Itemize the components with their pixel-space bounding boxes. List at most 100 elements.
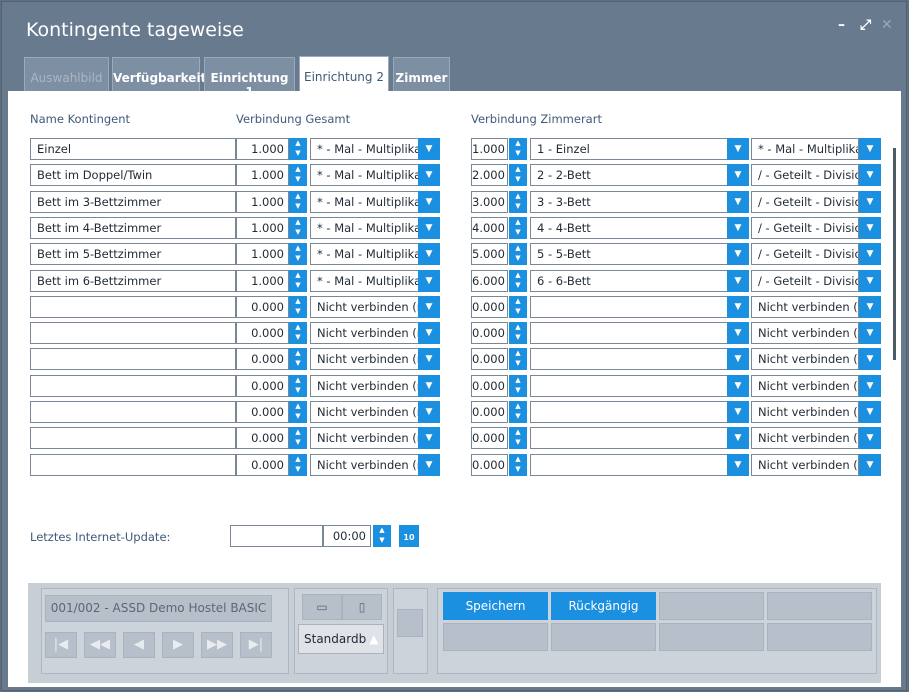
gesamt-stepper[interactable]: ▲ ▼ <box>289 296 307 318</box>
gesamt-operator-select[interactable]: Nicht verbinden (n <box>310 348 420 370</box>
chevron-down-icon[interactable]: ▼ <box>418 454 440 476</box>
spin-up-icon[interactable]: ▲ <box>289 454 307 464</box>
zimmerart-operator-select[interactable]: / - Geteilt - Division <box>751 270 859 292</box>
tab-verfuegbarkeit[interactable]: Verfügbarkeit <box>112 57 206 92</box>
zimmerart-stepper[interactable]: ▲ ▼ <box>509 401 527 423</box>
zimmerart-room-select[interactable]: 4 - 4-Bett <box>530 217 730 239</box>
zimmerart-room-select[interactable] <box>530 322 730 344</box>
chevron-down-icon[interactable]: ▼ <box>859 138 881 160</box>
chevron-down-icon[interactable]: ▼ <box>727 401 749 423</box>
spin-down-icon[interactable]: ▼ <box>289 385 307 395</box>
spin-up-icon[interactable]: ▲ <box>509 270 527 280</box>
gesamt-value-input[interactable]: 1.000 <box>236 191 289 213</box>
gesamt-operator-select[interactable]: * - Mal - Multiplikation <box>310 243 420 265</box>
kontingent-name-input[interactable] <box>30 401 236 423</box>
kontingent-name-input[interactable] <box>30 322 236 344</box>
zimmerart-value-input[interactable]: 6.000 <box>471 270 508 292</box>
zimmerart-value-input[interactable]: 0.000 <box>471 322 508 344</box>
chevron-down-icon[interactable]: ▼ <box>418 296 440 318</box>
zimmerart-operator-select[interactable]: Nicht verbinden (n <box>751 322 859 344</box>
chevron-down-icon[interactable]: ▼ <box>727 296 749 318</box>
next-icon[interactable]: ▶ <box>162 632 194 658</box>
spin-up-icon[interactable]: ▲ <box>509 454 527 464</box>
spin-down-icon[interactable]: ▼ <box>509 201 527 211</box>
spin-up-icon[interactable]: ▲ <box>289 164 307 174</box>
spin-down-icon[interactable]: ▼ <box>509 280 527 290</box>
gesamt-value-input[interactable]: 0.000 <box>236 322 289 344</box>
chevron-down-icon[interactable]: ▼ <box>727 138 749 160</box>
gesamt-value-input[interactable]: 0.000 <box>236 401 289 423</box>
calendar-icon[interactable]: 10 <box>399 525 419 547</box>
zimmerart-operator-select[interactable]: Nicht verbinden (n <box>751 375 859 397</box>
zimmerart-room-select[interactable]: 1 - Einzel <box>530 138 730 160</box>
spin-up-icon[interactable]: ▲ <box>509 243 527 253</box>
zimmerart-stepper[interactable]: ▲ ▼ <box>509 375 527 397</box>
chevron-down-icon[interactable]: ▼ <box>418 270 440 292</box>
gesamt-stepper[interactable]: ▲ ▼ <box>289 243 307 265</box>
zimmerart-stepper[interactable]: ▲ ▼ <box>509 322 527 344</box>
gesamt-value-input[interactable]: 1.000 <box>236 164 289 186</box>
zimmerart-value-input[interactable]: 4.000 <box>471 217 508 239</box>
gesamt-value-input[interactable]: 1.000 <box>236 243 289 265</box>
spin-up-icon[interactable]: ▲ <box>509 217 527 227</box>
zimmerart-stepper[interactable]: ▲ ▼ <box>509 270 527 292</box>
spin-down-icon[interactable]: ▼ <box>289 358 307 368</box>
spin-down-icon[interactable]: ▼ <box>509 148 527 158</box>
kontingent-name-input[interactable]: Bett im 6-Bettzimmer <box>30 270 236 292</box>
spin-up-icon[interactable]: ▲ <box>289 427 307 437</box>
spin-down-icon[interactable]: ▼ <box>509 174 527 184</box>
zimmerart-value-input[interactable]: 0.000 <box>471 454 508 476</box>
chevron-down-icon[interactable]: ▼ <box>727 375 749 397</box>
empty-action-button-3[interactable] <box>443 623 548 651</box>
chevron-down-icon[interactable]: ▼ <box>859 375 881 397</box>
gesamt-value-input[interactable]: 0.000 <box>236 296 289 318</box>
spin-up-icon[interactable]: ▲ <box>289 138 307 148</box>
chevron-down-icon[interactable]: ▼ <box>859 322 881 344</box>
gesamt-value-input[interactable]: 0.000 <box>236 375 289 397</box>
chevron-down-icon[interactable]: ▼ <box>418 348 440 370</box>
zimmerart-room-select[interactable]: 3 - 3-Bett <box>530 191 730 213</box>
spin-up-icon[interactable]: ▲ <box>289 348 307 358</box>
gesamt-stepper[interactable]: ▲ ▼ <box>289 164 307 186</box>
chevron-down-icon[interactable]: ▼ <box>418 401 440 423</box>
first-icon[interactable]: |◀ <box>45 632 77 658</box>
spin-up-icon[interactable]: ▲ <box>509 375 527 385</box>
gesamt-operator-select[interactable]: Nicht verbinden (n <box>310 427 420 449</box>
spin-up-icon[interactable]: ▲ <box>289 217 307 227</box>
gesamt-operator-select[interactable]: * - Mal - Multiplikation <box>310 164 420 186</box>
zimmerart-operator-select[interactable]: * - Mal - Multiplikation <box>751 138 859 160</box>
zimmerart-operator-select[interactable]: Nicht verbinden (n <box>751 296 859 318</box>
chevron-down-icon[interactable]: ▼ <box>727 270 749 292</box>
zimmerart-stepper[interactable]: ▲ ▼ <box>509 243 527 265</box>
gesamt-operator-select[interactable]: Nicht verbinden (n <box>310 401 420 423</box>
empty-action-button-6[interactable] <box>767 623 872 651</box>
kontingent-name-input[interactable]: Bett im 4-Bettzimmer <box>30 217 236 239</box>
spin-up-icon[interactable]: ▲ <box>289 243 307 253</box>
spin-down-icon[interactable]: ▼ <box>509 253 527 263</box>
chevron-down-icon[interactable]: ▼ <box>727 217 749 239</box>
gesamt-operator-select[interactable]: * - Mal - Multiplikation <box>310 138 420 160</box>
gesamt-stepper[interactable]: ▲ ▼ <box>289 138 307 160</box>
chevron-down-icon[interactable]: ▼ <box>418 217 440 239</box>
zimmerart-operator-select[interactable]: Nicht verbinden (n <box>751 427 859 449</box>
spin-up-icon[interactable]: ▲ <box>509 427 527 437</box>
spin-down-icon[interactable]: ▼ <box>289 253 307 263</box>
gesamt-stepper[interactable]: ▲ ▼ <box>289 427 307 449</box>
zimmerart-room-select[interactable] <box>530 401 730 423</box>
chevron-down-icon[interactable]: ▼ <box>727 164 749 186</box>
zimmerart-operator-select[interactable]: / - Geteilt - Division <box>751 217 859 239</box>
zimmerart-room-select[interactable] <box>530 454 730 476</box>
gesamt-value-input[interactable]: 1.000 <box>236 270 289 292</box>
zimmerart-stepper[interactable]: ▲ ▼ <box>509 454 527 476</box>
chevron-down-icon[interactable]: ▼ <box>727 322 749 344</box>
chevron-down-icon[interactable]: ▼ <box>418 138 440 160</box>
spin-up-icon[interactable]: ▲ <box>509 164 527 174</box>
spin-down-icon[interactable]: ▼ <box>509 358 527 368</box>
zimmerart-value-input[interactable]: 2.000 <box>471 164 508 186</box>
maximize-icon[interactable]: ⤢ <box>860 17 871 33</box>
spin-up-icon[interactable]: ▲ <box>289 191 307 201</box>
minimize-icon[interactable]: – <box>838 17 845 33</box>
spin-down-icon[interactable]: ▼ <box>289 411 307 421</box>
zimmerart-stepper[interactable]: ▲ ▼ <box>509 138 527 160</box>
time-stepper[interactable]: ▲ ▼ <box>373 525 391 547</box>
